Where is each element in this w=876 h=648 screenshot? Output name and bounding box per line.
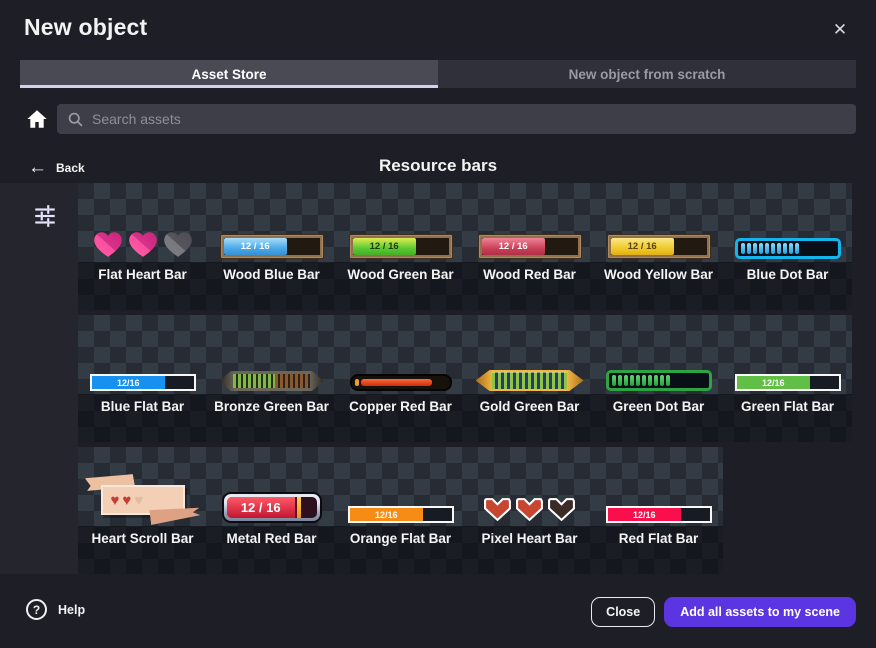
close-button[interactable]: Close: [591, 597, 655, 627]
pixel-heart-icon: [483, 496, 512, 523]
asset-preview: [207, 315, 336, 394]
bar-value: 12/16: [633, 510, 656, 520]
tab-new-object-from-scratch[interactable]: New object from scratch: [438, 60, 856, 88]
bar-value: 12/16: [375, 510, 398, 520]
heart-icon: ♥: [111, 493, 120, 508]
asset-preview: 12 / 16: [465, 183, 594, 262]
asset-preview: 12/16: [78, 315, 207, 394]
help-label: Help: [58, 603, 85, 617]
asset-label: Blue Dot Bar: [723, 262, 852, 310]
bar-value: 12/16: [762, 378, 785, 388]
asset-row-1: Flat Heart Bar 12 / 16 Wood Blue Bar 12 …: [78, 183, 852, 310]
asset-card-wood-green-bar[interactable]: 12 / 16 Wood Green Bar: [336, 183, 465, 310]
asset-card-copper-red-bar[interactable]: Copper Red Bar: [336, 315, 465, 442]
asset-label: Heart Scroll Bar: [78, 526, 207, 574]
asset-preview: 12/16: [723, 315, 852, 394]
heart-icon: [126, 228, 160, 259]
asset-card-green-dot-bar[interactable]: Green Dot Bar: [594, 315, 723, 442]
bar-value: 12 / 16: [241, 241, 270, 252]
asset-preview: [465, 315, 594, 394]
asset-card-blue-flat-bar[interactable]: 12/16 Blue Flat Bar: [78, 315, 207, 442]
close-icon[interactable]: ✕: [826, 16, 854, 44]
bar-value: 12 / 16: [241, 500, 281, 515]
asset-label: Green Flat Bar: [723, 394, 852, 442]
filter-sidebar: [0, 183, 78, 574]
help-button[interactable]: ? Help: [26, 599, 85, 620]
asset-label: Green Dot Bar: [594, 394, 723, 442]
bar-value: 12 / 16: [628, 241, 657, 252]
asset-card-blue-dot-bar[interactable]: Blue Dot Bar: [723, 183, 852, 310]
bar-value: 12 / 16: [370, 241, 399, 252]
help-icon: ?: [26, 599, 47, 620]
filter-icon[interactable]: [32, 203, 58, 229]
asset-label: Wood Green Bar: [336, 262, 465, 310]
tab-asset-store[interactable]: Asset Store: [20, 60, 438, 88]
asset-preview: 12 / 16: [594, 183, 723, 262]
asset-label: Blue Flat Bar: [78, 394, 207, 442]
asset-card-pixel-heart-bar[interactable]: Pixel Heart Bar: [465, 447, 594, 574]
search-input[interactable]: [92, 111, 846, 127]
heart-icon: ♥: [122, 493, 131, 508]
footer-actions: Close Add all assets to my scene: [591, 597, 856, 627]
heart-icon: [91, 228, 125, 259]
asset-card-wood-red-bar[interactable]: 12 / 16 Wood Red Bar: [465, 183, 594, 310]
asset-card-heart-scroll-bar[interactable]: ♥ ♥ ♥ Heart Scroll Bar: [78, 447, 207, 574]
asset-card-gold-green-bar[interactable]: Gold Green Bar: [465, 315, 594, 442]
asset-preview: [594, 315, 723, 394]
tab-bar: Asset Store New object from scratch: [20, 60, 856, 88]
asset-label: Metal Red Bar: [207, 526, 336, 574]
bar-value: 12/16: [117, 378, 140, 388]
bar-value: 12 / 16: [499, 241, 528, 252]
asset-label: Wood Red Bar: [465, 262, 594, 310]
asset-card-green-flat-bar[interactable]: 12/16 Green Flat Bar: [723, 315, 852, 442]
asset-label: Orange Flat Bar: [336, 526, 465, 574]
home-icon[interactable]: [26, 108, 48, 130]
asset-preview: ♥ ♥ ♥: [78, 447, 207, 526]
asset-label: Flat Heart Bar: [78, 262, 207, 310]
asset-label: Copper Red Bar: [336, 394, 465, 442]
pixel-heart-empty-icon: [547, 496, 576, 523]
asset-row-3: ♥ ♥ ♥ Heart Scroll Bar 12 / 16 Metal Red…: [78, 447, 723, 574]
asset-preview: [336, 315, 465, 394]
asset-preview: 12 / 16: [336, 183, 465, 262]
asset-card-wood-yellow-bar[interactable]: 12 / 16 Wood Yellow Bar: [594, 183, 723, 310]
asset-preview: [78, 183, 207, 262]
search-icon: [67, 111, 84, 128]
asset-label: Gold Green Bar: [465, 394, 594, 442]
asset-card-metal-red-bar[interactable]: 12 / 16 Metal Red Bar: [207, 447, 336, 574]
asset-preview: 12 / 16: [207, 183, 336, 262]
asset-preview: 12/16: [336, 447, 465, 526]
search-box: [57, 104, 856, 134]
asset-card-red-flat-bar[interactable]: 12/16 Red Flat Bar: [594, 447, 723, 574]
asset-preview: 12/16: [594, 447, 723, 526]
asset-preview: [723, 183, 852, 262]
asset-preview: [465, 447, 594, 526]
heart-empty-icon: [161, 228, 195, 259]
asset-label: Red Flat Bar: [594, 526, 723, 574]
section-title: Resource bars: [0, 156, 876, 176]
add-all-assets-button[interactable]: Add all assets to my scene: [664, 597, 856, 627]
asset-card-bronze-green-bar[interactable]: Bronze Green Bar: [207, 315, 336, 442]
asset-card-wood-blue-bar[interactable]: 12 / 16 Wood Blue Bar: [207, 183, 336, 310]
asset-card-orange-flat-bar[interactable]: 12/16 Orange Flat Bar: [336, 447, 465, 574]
asset-label: Bronze Green Bar: [207, 394, 336, 442]
asset-label: Pixel Heart Bar: [465, 526, 594, 574]
asset-card-flat-heart-bar[interactable]: Flat Heart Bar: [78, 183, 207, 310]
asset-preview: 12 / 16: [207, 447, 336, 526]
heart-empty-icon: ♥: [134, 493, 143, 508]
page-title: New object: [24, 14, 147, 41]
asset-label: Wood Yellow Bar: [594, 262, 723, 310]
asset-row-2: 12/16 Blue Flat Bar Bronze Green Bar Cop…: [78, 315, 852, 442]
asset-label: Wood Blue Bar: [207, 262, 336, 310]
pixel-heart-icon: [515, 496, 544, 523]
